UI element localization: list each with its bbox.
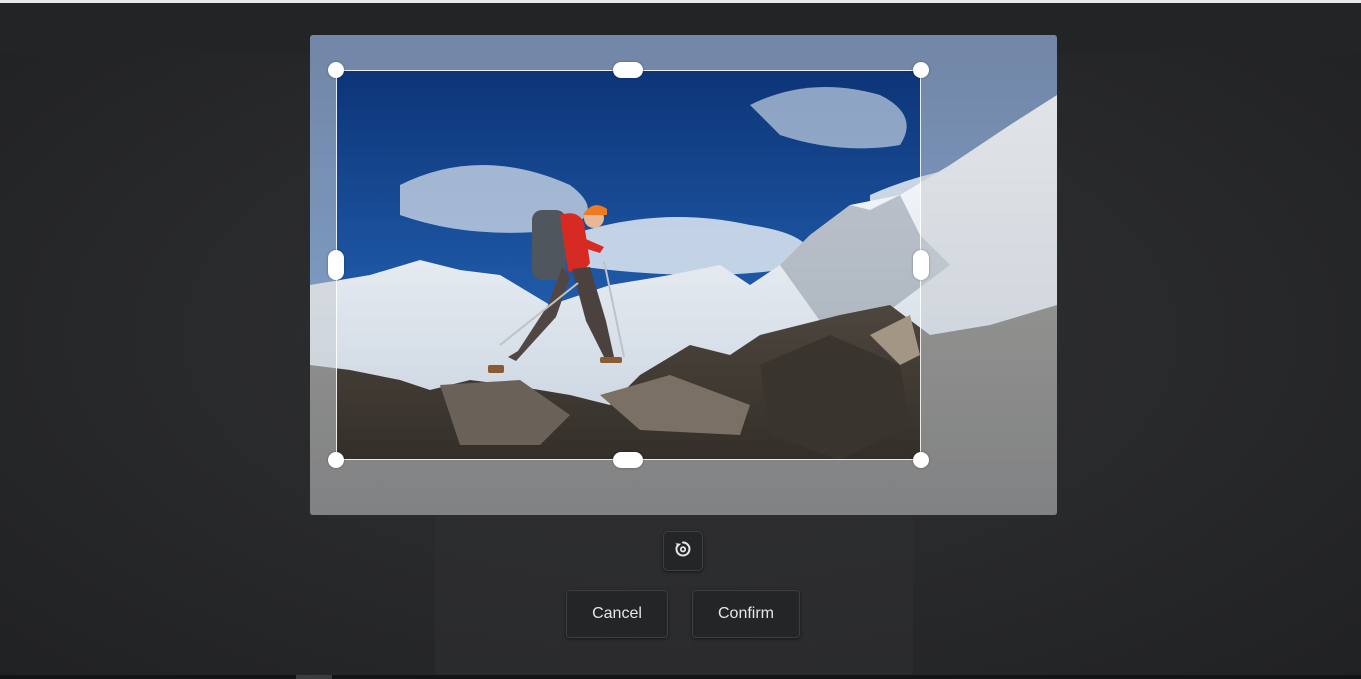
confirm-button[interactable]: Confirm bbox=[692, 590, 800, 638]
cancel-button[interactable]: Cancel bbox=[566, 590, 668, 638]
bottom-bar bbox=[0, 675, 1361, 679]
crop-handle-top-right[interactable] bbox=[913, 62, 929, 78]
crop-handle-top-left[interactable] bbox=[328, 62, 344, 78]
crop-stage[interactable] bbox=[310, 35, 1057, 515]
crop-handle-bottom-left[interactable] bbox=[328, 452, 344, 468]
crop-handle-left[interactable] bbox=[328, 250, 344, 280]
crop-selection[interactable] bbox=[336, 70, 921, 460]
crop-handle-right[interactable] bbox=[913, 250, 929, 280]
crop-handle-bottom-right[interactable] bbox=[913, 452, 929, 468]
rotate-reset-icon bbox=[674, 540, 692, 563]
bottom-bar-indicator bbox=[296, 675, 332, 679]
crop-handle-top[interactable] bbox=[613, 62, 643, 78]
reset-button[interactable] bbox=[663, 531, 703, 571]
crop-handle-bottom[interactable] bbox=[613, 452, 643, 468]
